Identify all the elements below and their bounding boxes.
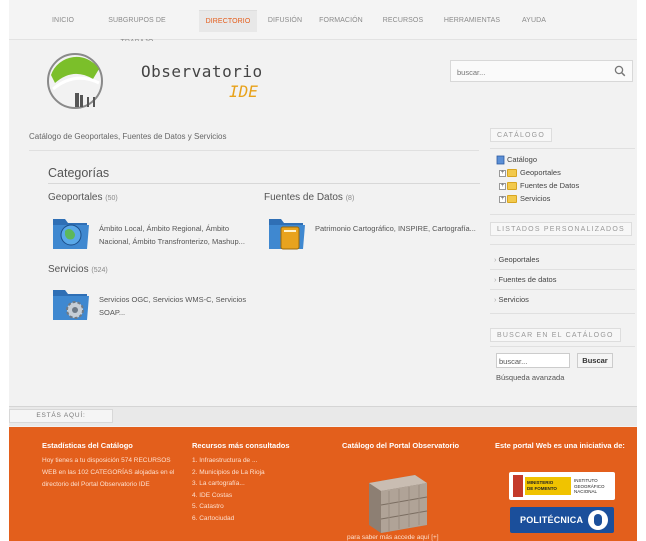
top-nav: INICIO SUBGRUPOS DE TRABAJO DIRECTORIO D… — [9, 0, 637, 46]
footer-top-title: Recursos más consultados — [192, 441, 290, 450]
gear-folder-icon[interactable] — [51, 282, 91, 324]
divider — [490, 313, 635, 314]
book-folder-icon[interactable] — [267, 211, 307, 253]
nav-subgrupos[interactable]: SUBGRUPOS DE TRABAJO — [91, 10, 183, 46]
footer-portal-title: Catálogo del Portal Observatorio — [342, 441, 460, 450]
footer-stats-title: Estadísticas del Catálogo — [42, 441, 133, 450]
sidebar-lists-heading: LISTADOS PERSONALIZADOS — [490, 222, 632, 236]
group-count: (50) — [105, 195, 118, 202]
ministry-label: MINISTERIO DE FOMENTO — [525, 477, 571, 495]
ign-label: INSTITUTO GEOGRÁFICO NACIONAL — [574, 478, 605, 494]
nav-ayuda[interactable]: AYUDA — [517, 10, 551, 32]
site-search-input[interactable] — [457, 65, 607, 79]
page: INICIO SUBGRUPOS DE TRABAJO DIRECTORIO D… — [9, 0, 637, 541]
spain-crest-icon — [513, 475, 523, 497]
catalog-search-input[interactable] — [499, 355, 567, 367]
divider — [490, 346, 635, 347]
folder-icon — [507, 195, 517, 204]
globe-folder-icon[interactable] — [51, 211, 91, 253]
nav-herramientas[interactable]: HERRAMIENTAS — [441, 10, 503, 32]
breadcrumb: ESTÁS AQUÍ: — [9, 409, 113, 423]
folder-icon — [507, 182, 517, 191]
logo-title: Observatorio — [141, 62, 263, 81]
observatorio-logo-icon — [47, 53, 103, 109]
footer-initiative-title: Este portal Web es una iniciativa de: — [495, 441, 625, 450]
site-header: Observatorio IDE — [9, 41, 637, 120]
group-fuentes-de-datos[interactable]: Fuentes de Datos (8) — [264, 192, 354, 203]
list-item[interactable]: 2. Municipios de La Rioja — [192, 467, 265, 479]
nav-difusion[interactable]: DIFUSIÓN — [265, 10, 305, 32]
list-link-servicios[interactable]: › Servicios — [494, 295, 529, 304]
divider — [29, 150, 479, 151]
tree-root[interactable]: Catálogo — [496, 154, 537, 166]
divider — [490, 289, 635, 290]
list-item[interactable]: 4. IDE Costas — [192, 490, 265, 502]
catalog-icon — [496, 155, 505, 165]
main-content: Catálogo de Geoportales, Fuentes de Dato… — [9, 121, 637, 406]
nav-inicio[interactable]: INICIO — [48, 10, 78, 32]
breadcrumb-bar: ESTÁS AQUÍ: — [9, 406, 637, 426]
upm-emblem-inner — [594, 514, 602, 526]
group-title: Servicios — [48, 264, 89, 275]
folder-icon — [507, 169, 517, 178]
catalog-search-button[interactable]: Buscar — [577, 353, 613, 368]
list-item[interactable]: 5. Catastro — [192, 501, 265, 513]
divider — [490, 148, 635, 149]
list-item[interactable]: 6. Cartociudad — [192, 513, 265, 525]
tree-item-servicios[interactable]: + Servicios — [499, 193, 550, 205]
upm-label: POLITÉCNICA — [520, 515, 584, 525]
list-link-fuentes-de-datos[interactable]: › Fuentes de datos — [494, 275, 556, 284]
page-title: Catálogo de Geoportales, Fuentes de Dato… — [29, 132, 227, 141]
expand-icon[interactable]: + — [499, 169, 506, 177]
divider — [490, 269, 635, 270]
sidebar-search-heading: BUSCAR EN EL CATÁLOGO — [490, 328, 621, 342]
file-cabinet-icon[interactable] — [363, 467, 431, 533]
footer-portal-link[interactable]: para saber más accede aquí [+] — [347, 534, 439, 541]
advanced-search-link[interactable]: Búsqueda avanzada — [496, 373, 564, 382]
expand-icon[interactable]: + — [499, 195, 506, 203]
divider — [490, 214, 635, 215]
group-description: Servicios OGC, Servicios WMS-C, Servicio… — [99, 295, 247, 317]
group-geoportales[interactable]: Geoportales (50) — [48, 192, 118, 203]
expand-icon[interactable]: + — [499, 182, 506, 190]
site-search — [450, 60, 633, 82]
ministerio-fomento-logo[interactable]: MINISTERIO DE FOMENTO INSTITUTO GEOGRÁFI… — [509, 472, 615, 500]
group-servicios[interactable]: Servicios (524) — [48, 264, 108, 275]
footer-stats-text: Hoy tienes a tu disposición 574 RECURSOS… — [42, 457, 175, 488]
group-count: (524) — [91, 267, 108, 274]
nav-recursos[interactable]: RECURSOS — [381, 10, 425, 32]
categories-heading: Categorías — [48, 166, 110, 180]
group-count: (8) — [345, 195, 355, 202]
group-description: Ámbito Local, Ámbito Regional, Ámbito Na… — [99, 224, 245, 246]
catalog-search — [496, 353, 570, 368]
sidebar-catalog-heading: CATÁLOGO — [490, 128, 552, 142]
nav-directorio[interactable]: DIRECTORIO — [199, 10, 257, 32]
site-logo[interactable]: Observatorio IDE — [43, 49, 262, 113]
group-description: Patrimonio Cartográfico, INSPIRE, Cartog… — [315, 224, 476, 233]
logo-subtitle: IDE — [229, 82, 258, 101]
list-item[interactable]: 3. La cartografía... — [192, 478, 265, 490]
footer: Estadísticas del Catálogo Hoy tienes a t… — [9, 427, 637, 541]
group-title: Geoportales — [48, 192, 103, 203]
divider — [48, 183, 480, 184]
search-icon[interactable] — [613, 64, 627, 78]
nav-formacion[interactable]: FORMACIÓN — [318, 10, 364, 32]
tree-item-fuentes-de-datos[interactable]: + Fuentes de Datos — [499, 180, 579, 192]
footer-top-list: 1. Infraestructura de ... 2. Municipios … — [192, 455, 265, 524]
list-item[interactable]: 1. Infraestructura de ... — [192, 455, 265, 467]
upm-logo[interactable]: POLITÉCNICA — [510, 507, 614, 533]
divider — [490, 244, 635, 245]
group-title: Fuentes de Datos — [264, 192, 343, 203]
list-link-geoportales[interactable]: › Geoportales — [494, 255, 539, 264]
tree-item-geoportales[interactable]: + Geoportales — [499, 167, 561, 179]
